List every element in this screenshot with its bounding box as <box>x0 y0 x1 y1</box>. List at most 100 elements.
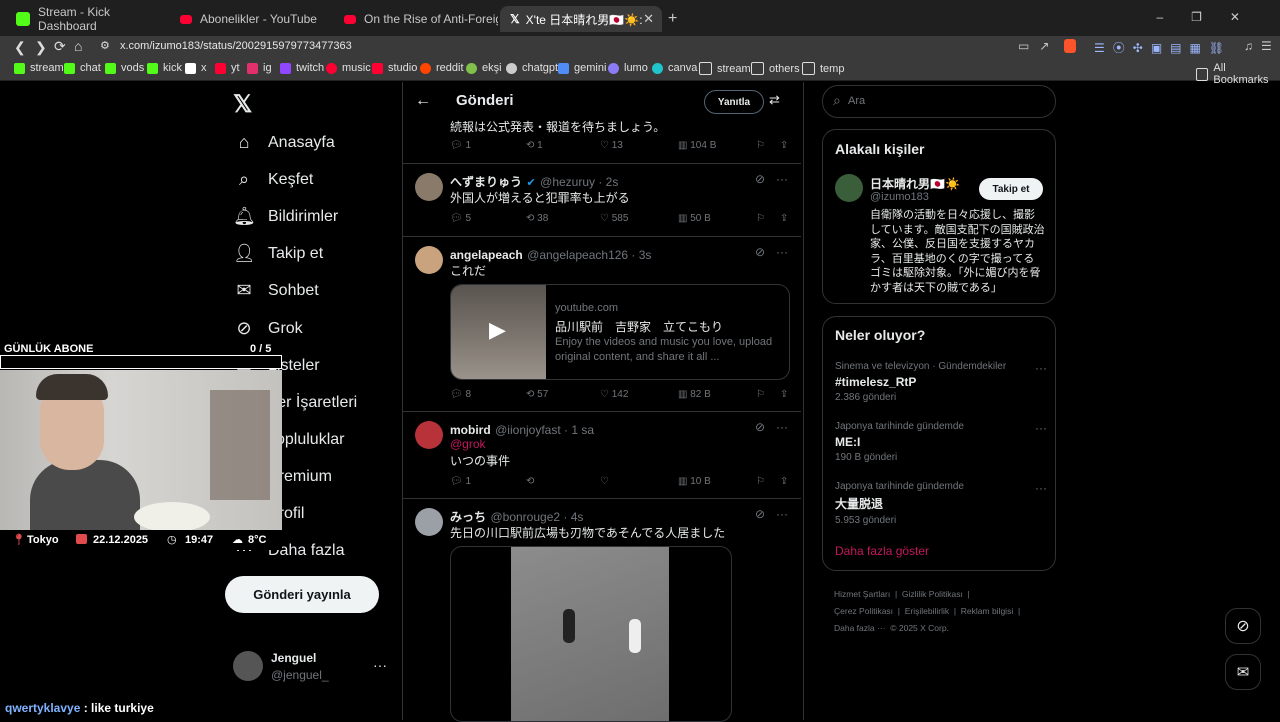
tab-article[interactable]: On the Rise of Anti-Foreigner Sentim <box>334 6 498 32</box>
nav-chat[interactable]: ✉ Sohbet <box>233 280 318 301</box>
share-icon[interactable]: ⇪ <box>780 476 788 487</box>
bookmark-item[interactable]: chat <box>64 62 101 74</box>
close-tab-icon[interactable]: ✕ <box>643 11 654 27</box>
nav-grok[interactable]: ⊘ Grok <box>233 318 302 339</box>
grok-icon[interactable]: ⊘ <box>755 420 765 434</box>
bookmark-folder[interactable]: temp <box>802 62 844 75</box>
footer-link[interactable]: Gizlilik Politikası <box>902 589 963 599</box>
new-tab-button[interactable]: + <box>668 6 677 32</box>
bookmark-item[interactable]: x <box>185 62 207 74</box>
avatar[interactable] <box>415 508 443 536</box>
bookmark-item[interactable]: music <box>326 62 371 74</box>
bookmark-icon[interactable]: ⚐ <box>756 140 765 151</box>
repost-icon[interactable]: ⟲ 57 <box>526 389 548 400</box>
footer-link[interactable]: Daha fazla ··· <box>834 623 886 633</box>
footer-link[interactable]: Hizmet Şartları <box>834 589 890 599</box>
repost-icon[interactable]: ⟲ 38 <box>526 213 548 224</box>
bookmark-folder[interactable]: others <box>751 62 800 75</box>
more-icon[interactable]: ··· <box>1035 481 1047 495</box>
tweet-snippet[interactable]: 続報は公式発表・報道を待ちましょう。 💬︎ 1 ⟲ 1 ♡ 13 ▥ 104 B… <box>403 120 801 164</box>
grok-float-button[interactable]: ⊘ <box>1225 608 1261 644</box>
tab-x-post[interactable]: 𝕏 X'te 日本晴れ男🇯🇵☀️: "品川駅游✕ <box>500 6 662 32</box>
tweet[interactable]: mobird @iionjoyfast · 1 sa ⊘ ··· @grok い… <box>403 412 801 499</box>
share-icon[interactable]: ⇪ <box>780 389 788 400</box>
extension-icons[interactable]: ☰⦿✣▣▤▦⛓ <box>1094 39 1232 56</box>
trend-item[interactable]: Japonya tarihinde gündemde ME:I 190 B gö… <box>835 421 1047 463</box>
messages-float-button[interactable]: ✉ <box>1225 654 1261 690</box>
user-name[interactable]: 日本晴れ男🇯🇵☀️ <box>870 175 960 192</box>
user-name[interactable]: へずまりゅう <box>450 175 522 189</box>
bookmark-item[interactable]: twitch <box>280 62 324 74</box>
more-icon[interactable]: ··· <box>776 420 788 434</box>
show-more-link[interactable]: Daha fazla göster <box>835 544 929 558</box>
tweet[interactable]: へずまりゅう ✔ @hezuruy · 2s ⊘ ··· 外国人が増えると犯罪率… <box>403 164 801 237</box>
avatar[interactable] <box>415 173 443 201</box>
bookmark-item[interactable]: ig <box>247 62 272 74</box>
grok-icon[interactable]: ⊘ <box>755 245 765 259</box>
bookmark-item[interactable]: chatgpt <box>506 62 558 74</box>
mention-link[interactable]: @grok <box>450 437 486 451</box>
share-icon[interactable]: ⇪ <box>780 140 788 151</box>
views-icon[interactable]: ▥ 104 B <box>678 140 716 151</box>
avatar[interactable] <box>415 421 443 449</box>
reply-icon[interactable]: 💬︎ 1 <box>450 476 471 487</box>
share-icon[interactable]: ⇪ <box>780 213 788 224</box>
reply-icon[interactable]: 💬︎ 1 <box>450 140 471 151</box>
bookmark-icon[interactable]: ⚐ <box>756 476 765 487</box>
toolbar-icons[interactable]: ▭↗ <box>1018 39 1059 53</box>
nav-notifications[interactable]: 🔔︎ Bildirimler <box>233 206 338 227</box>
like-icon[interactable]: ♡ 585 <box>600 213 628 224</box>
post-button[interactable]: Gönderi yayınla <box>225 576 379 613</box>
filter-icon[interactable]: ⇄ <box>769 92 780 108</box>
menu-icons[interactable]: ♫☰ <box>1244 39 1280 53</box>
bookmark-item[interactable]: gemini <box>558 62 606 74</box>
more-icon[interactable]: ··· <box>1035 421 1047 435</box>
more-icon[interactable]: ··· <box>776 172 788 186</box>
bookmark-item[interactable]: canva <box>652 62 697 74</box>
bookmark-icon[interactable]: ⚐ <box>756 389 765 400</box>
bookmark-item[interactable]: ekşi <box>466 62 502 74</box>
footer-link[interactable]: Çerez Politikası <box>834 606 893 616</box>
reply-button[interactable]: Yanıtla <box>704 90 764 114</box>
views-icon[interactable]: ▥ 10 B <box>678 476 711 487</box>
back-icon[interactable]: ❮ <box>14 39 26 56</box>
grok-icon[interactable]: ⊘ <box>755 172 765 186</box>
more-icon[interactable]: ··· <box>776 245 788 259</box>
nav-follow[interactable]: 👤︎ Takip et <box>233 243 323 264</box>
trend-item[interactable]: Sinema ve televizyon · Gündemdekiler #ti… <box>835 361 1047 403</box>
account-menu-icon[interactable]: ··· <box>373 657 387 673</box>
link-card[interactable]: ▶ youtube.com 品川駅前 吉野家 立てこもり Enjoy the v… <box>450 284 790 380</box>
views-icon[interactable]: ▥ 50 B <box>678 213 711 224</box>
search-input[interactable]: Ara <box>848 95 865 107</box>
avatar[interactable] <box>835 174 863 202</box>
bookmark-item[interactable]: yt <box>215 62 240 74</box>
user-name[interactable]: みっち <box>450 510 486 524</box>
bookmark-item[interactable]: vods <box>105 62 144 74</box>
search-box[interactable]: ⌕ Ara <box>822 85 1056 118</box>
avatar[interactable] <box>233 651 263 681</box>
more-icon[interactable]: ··· <box>776 507 788 521</box>
bookmark-item[interactable]: kick <box>147 62 182 74</box>
repost-icon[interactable]: ⟲ 1 <box>526 140 543 151</box>
site-info-icon[interactable]: ⚙ <box>100 39 110 52</box>
tab-kick[interactable]: Stream - Kick Dashboard <box>6 5 166 33</box>
nav-explore[interactable]: ⌕ Keşfet <box>233 169 313 190</box>
views-icon[interactable]: ▥ 82 B <box>678 389 711 400</box>
reload-icon[interactable]: ⟳ <box>54 38 66 55</box>
footer-link[interactable]: Erişilebilirlik <box>905 606 949 616</box>
nav-home[interactable]: ⌂ Anasayfa <box>233 132 335 153</box>
url-field[interactable]: x.com/izumo183/status/200291597977347736… <box>120 40 352 52</box>
follow-button[interactable]: Takip et <box>979 178 1043 200</box>
tweet[interactable]: みっち @bonrouge2 · 4s ⊘ ··· 先日の川口駅前広場も刃物であ… <box>403 499 801 722</box>
reply-icon[interactable]: 💬︎ 5 <box>450 213 471 224</box>
bookmark-item[interactable]: reddit <box>420 62 464 74</box>
bookmark-item[interactable]: lumo <box>608 62 648 74</box>
like-icon[interactable]: ♡ <box>600 476 609 487</box>
x-logo-icon[interactable]: 𝕏 <box>233 90 252 119</box>
footer-link[interactable]: Reklam bilgisi <box>961 606 1013 616</box>
brave-shield-icon[interactable] <box>1064 39 1076 53</box>
bookmark-item[interactable]: stream <box>14 62 64 74</box>
user-name[interactable]: angelapeach <box>450 248 523 262</box>
trend-item[interactable]: Japonya tarihinde gündemde 大量脱退 5.953 gö… <box>835 481 1047 526</box>
avatar[interactable] <box>415 246 443 274</box>
